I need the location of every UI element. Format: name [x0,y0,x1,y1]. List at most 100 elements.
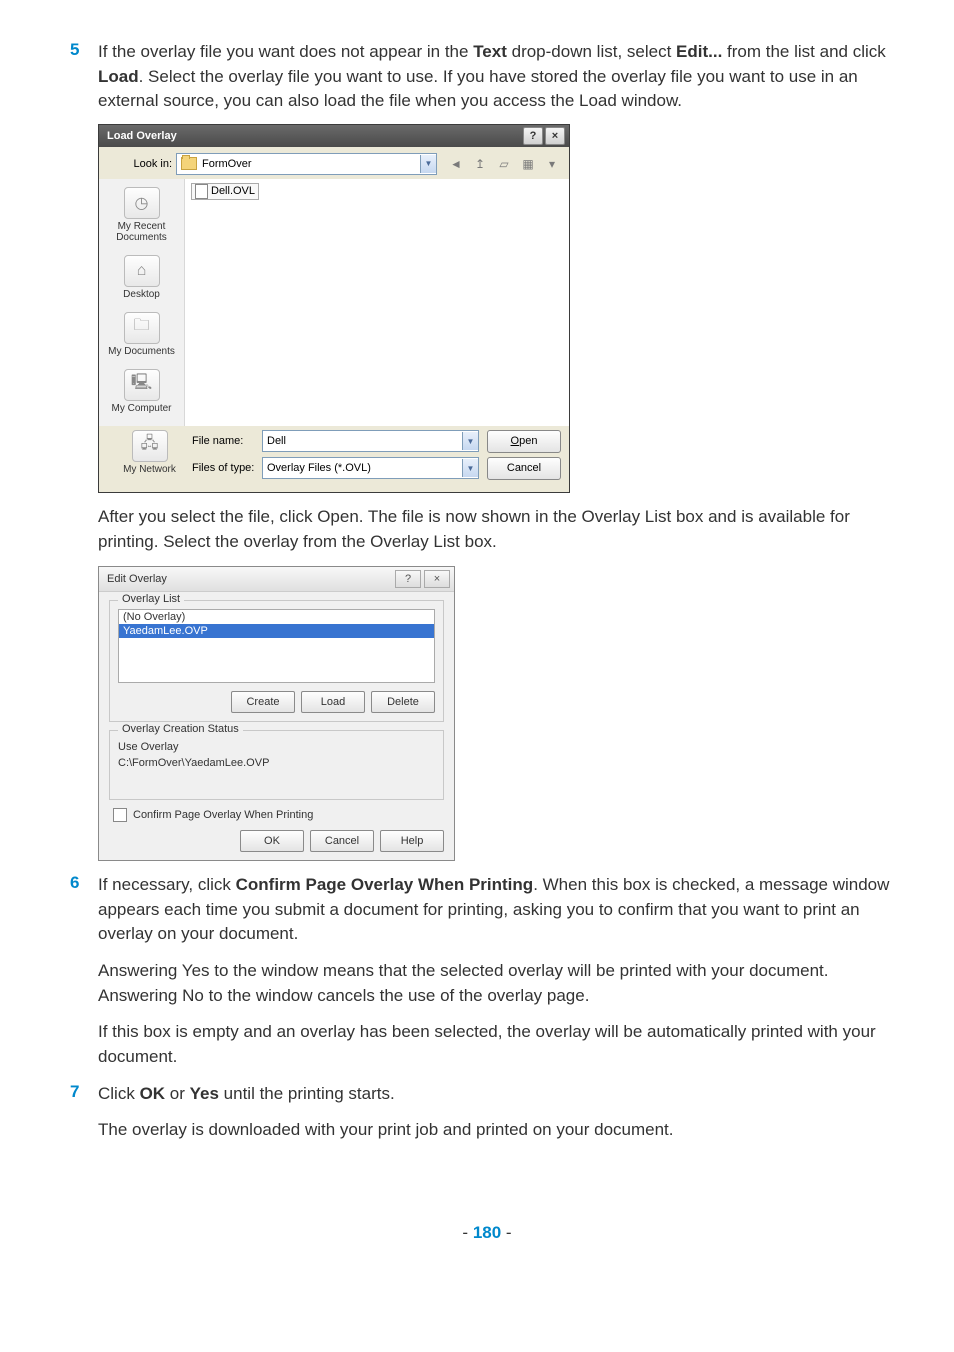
place-my-documents[interactable]: 🗀 My Documents [99,306,184,363]
back-icon[interactable]: ◄ [447,155,465,173]
file-item[interactable]: Dell.OVL [191,183,259,200]
place-label: My Documents [101,346,182,357]
place-desktop[interactable]: ⌂ Desktop [99,249,184,306]
overlay-listbox[interactable]: (No Overlay) YaedamLee.OVP [118,609,435,683]
place-my-computer[interactable]: 🖳 My Computer [99,363,184,420]
documents-icon: 🗀 [124,312,160,344]
step-6-text: If necessary, click Confirm Page Overlay… [98,873,904,947]
page-number-value: 180 [473,1223,501,1242]
overlay-status-group: Overlay Creation Status Use Overlay C:\F… [109,730,444,800]
text: from the list and click [722,42,885,61]
text-bold: Edit... [676,42,722,61]
list-item-selected[interactable]: YaedamLee.OVP [119,624,434,638]
step-7-text: Click OK or Yes until the printing start… [98,1082,395,1107]
delete-button[interactable]: Delete [371,691,435,713]
text-bold: No [182,986,204,1005]
help-button[interactable]: Help [380,830,444,852]
file-item-name: Dell.OVL [211,185,255,197]
dialog-titlebar: Edit Overlay ? × [99,567,454,592]
step-6-number: 6 [70,873,98,947]
network-icon: 🖧 [132,430,168,462]
text-bold: Confirm Page Overlay When Printing [236,875,534,894]
close-button[interactable]: × [545,127,565,145]
text: After you select the file, click [98,507,317,526]
overlay-list-group: Overlay List (No Overlay) YaedamLee.OVP … [109,600,444,722]
filetype-label: Files of type: [192,462,262,474]
filetype-value: Overlay Files (*.OVL) [267,462,462,474]
new-folder-icon[interactable]: ▱ [495,155,513,173]
text: box. [460,532,497,551]
dialog-title: Load Overlay [107,130,177,142]
file-icon [195,184,208,199]
chevron-down-icon[interactable]: ▼ [462,459,478,477]
step-6-para-2: Answering Yes to the window means that t… [98,959,904,1008]
load-button[interactable]: Load [301,691,365,713]
text-bold: Yes [182,961,210,980]
view-menu-dd-icon[interactable]: ▾ [543,155,561,173]
text-bold: OK [140,1084,166,1103]
filename-input[interactable]: Dell ▼ [262,430,479,452]
place-label: Desktop [101,289,182,300]
text: Click [98,1084,140,1103]
place-recent-docs[interactable]: ◷ My Recent Documents [99,181,184,249]
recent-docs-icon: ◷ [124,187,160,219]
lookin-select[interactable]: FormOver ▼ [176,153,437,175]
step-5-number: 5 [70,40,98,114]
load-overlay-dialog: Load Overlay ? × Look in: FormOver ▼ ◄ ↥… [98,124,570,493]
cancel-button[interactable]: Cancel [487,457,561,480]
text-bold: Yes [190,1084,219,1103]
text: Answering [98,961,182,980]
group-label: Overlay List [118,593,184,605]
text: . The file is now shown in the [359,507,582,526]
status-line-1: Use Overlay [118,739,435,755]
step-7-para-2: The overlay is downloaded with your prin… [98,1118,904,1143]
text: If necessary, click [98,875,236,894]
up-icon[interactable]: ↥ [471,155,489,173]
close-button[interactable]: × [424,570,450,588]
place-label: My Computer [101,403,182,414]
cancel-button[interactable]: Cancel [310,830,374,852]
text-bold: Text [473,42,507,61]
dialog-titlebar: Load Overlay ? × [99,125,569,147]
ok-button[interactable]: OK [240,830,304,852]
places-bar: ◷ My Recent Documents ⌂ Desktop 🗀 My Doc… [99,179,185,426]
create-button[interactable]: Create [231,691,295,713]
list-item[interactable]: (No Overlay) [119,610,434,624]
text-bold: Overlay List [582,507,672,526]
file-list-area[interactable]: Dell.OVL [185,179,569,426]
edit-overlay-dialog: Edit Overlay ? × Overlay List (No Overla… [98,566,455,861]
page-number: - 180 - [70,1223,904,1243]
help-button[interactable]: ? [523,127,543,145]
place-my-network[interactable]: 🖧 My Network [107,430,192,481]
place-label: My Network [109,464,190,475]
confirm-checkbox-row[interactable]: Confirm Page Overlay When Printing [113,808,444,822]
folder-icon [181,157,197,170]
step-5-after-text: After you select the file, click Open. T… [98,505,904,554]
filetype-select[interactable]: Overlay Files (*.OVL) ▼ [262,457,479,479]
view-menu-icon[interactable]: ▦ [519,155,537,173]
place-label: My Recent Documents [101,221,182,243]
help-button[interactable]: ? [395,570,421,588]
text: . Select the overlay file you want to us… [98,67,858,111]
open-button[interactable]: Open [487,430,561,453]
status-line-2: C:\FormOver\YaedamLee.OVP [118,755,435,771]
group-label: Overlay Creation Status [118,723,243,735]
filename-value: Dell [267,435,462,447]
lookin-label: Look in: [107,158,176,170]
text: until the printing starts. [219,1084,395,1103]
text: If the overlay file you want does not ap… [98,42,473,61]
step-6-para-3: If this box is empty and an overlay has … [98,1020,904,1069]
chevron-down-icon[interactable]: ▼ [462,432,478,450]
step-5-text: If the overlay file you want does not ap… [98,40,904,114]
lookin-value: FormOver [202,158,420,170]
step-7-number: 7 [70,1082,98,1107]
confirm-label: Confirm Page Overlay When Printing [133,809,313,821]
checkbox-icon[interactable] [113,808,127,822]
text: or [165,1084,190,1103]
text: drop-down list, select [507,42,676,61]
chevron-down-icon[interactable]: ▼ [420,155,436,173]
computer-icon: 🖳 [124,369,160,401]
text-bold: Open [317,507,359,526]
filename-label: File name: [192,435,262,447]
desktop-icon: ⌂ [124,255,160,287]
